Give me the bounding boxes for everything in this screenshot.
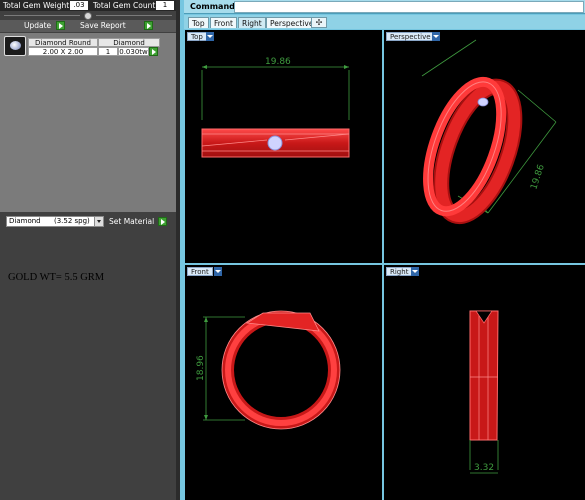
chevron-down-icon[interactable] (206, 32, 214, 41)
panel-splitter-left (4, 15, 80, 16)
top-view-drawing: 19.86 (201, 57, 350, 158)
tab-front[interactable]: Front (210, 17, 237, 28)
total-gem-weight-value: .03 (70, 1, 88, 10)
right-view-drawing: 3.32 (469, 310, 499, 474)
total-gem-weight-label: Total Gem Weight (3, 1, 70, 10)
gem-row-go-icon[interactable] (149, 47, 158, 56)
add-tab-icon[interactable]: ✣ (311, 17, 327, 28)
perspective-dimension-label: 19.86 (529, 163, 547, 191)
total-gem-count-label: Total Gem Count (93, 1, 156, 10)
right-dimension-label: 3.32 (474, 463, 494, 473)
set-material-go-icon[interactable] (158, 217, 167, 226)
gem-summary-bar: Total Gem Weight .03 Total Gem Count 1 (0, 0, 180, 11)
tab-right[interactable]: Right (238, 17, 266, 28)
gem-header-type: Diamond (98, 38, 160, 47)
viewport-right-label[interactable]: Right (386, 267, 413, 276)
total-gem-count-value: 1 (156, 1, 174, 10)
viewport-front[interactable]: 18.96 Front (185, 265, 382, 500)
round-diamond-icon (10, 41, 21, 50)
gold-weight-note: GOLD WT= 5.5 GRM (8, 272, 105, 283)
gem-list (0, 33, 180, 212)
viewport-front-label[interactable]: Front (187, 267, 213, 276)
command-bar: Command: (184, 0, 585, 14)
chevron-down-icon[interactable] (411, 267, 419, 276)
material-selected-value: Diamond (3.52 spg) (9, 217, 90, 225)
update-go-icon[interactable] (56, 21, 65, 30)
gem-header-shape: Diamond Round (28, 38, 98, 47)
gem-size-cell: 2.00 X 2.00 (28, 47, 98, 56)
chevron-down-icon[interactable] (94, 217, 103, 226)
chevron-down-icon[interactable] (432, 32, 440, 41)
viewport-right[interactable]: 3.32 Right (384, 265, 585, 500)
gem-weight-cell: 0.030tw (118, 47, 149, 56)
panel-collapse-handle[interactable] (84, 12, 92, 20)
diamond-stone (267, 135, 283, 151)
gem-panel: Total Gem Weight .03 Total Gem Count 1 U… (0, 0, 180, 500)
diamond-stone-perspective (477, 97, 489, 107)
viewport-top-label[interactable]: Top (187, 32, 207, 41)
workspace: Command: Top Front Right Perspective ✣ 1… (180, 0, 585, 500)
viewport-perspective[interactable]: 19.86 Perspective (384, 30, 585, 263)
gem-thumbnail[interactable] (4, 36, 26, 56)
viewport-perspective-label[interactable]: Perspective (386, 32, 435, 41)
front-dimension-label: 18.96 (196, 355, 206, 381)
perspective-view-drawing: 19.86 (421, 39, 557, 225)
command-input[interactable] (234, 1, 584, 13)
update-button[interactable]: Update (24, 21, 51, 31)
viewport-top[interactable]: 19.86 Top (185, 30, 382, 263)
tab-perspective[interactable]: Perspective (266, 17, 318, 28)
top-dimension-label: 19.86 (265, 57, 291, 67)
command-label: Command: (190, 2, 239, 11)
save-report-go-icon[interactable] (144, 21, 153, 30)
chevron-down-icon[interactable] (214, 267, 222, 276)
set-material-button[interactable]: Set Material (109, 216, 156, 227)
material-select[interactable]: Diamond (3.52 spg) (6, 216, 104, 227)
viewport-tabs: Top Front Right Perspective ✣ (184, 15, 585, 29)
panel-splitter-right (96, 15, 172, 16)
gem-count-cell: 1 (98, 47, 118, 56)
tab-top[interactable]: Top (188, 17, 209, 28)
save-report-button[interactable]: Save Report (80, 21, 126, 31)
front-view-drawing: 18.96 (196, 310, 341, 430)
